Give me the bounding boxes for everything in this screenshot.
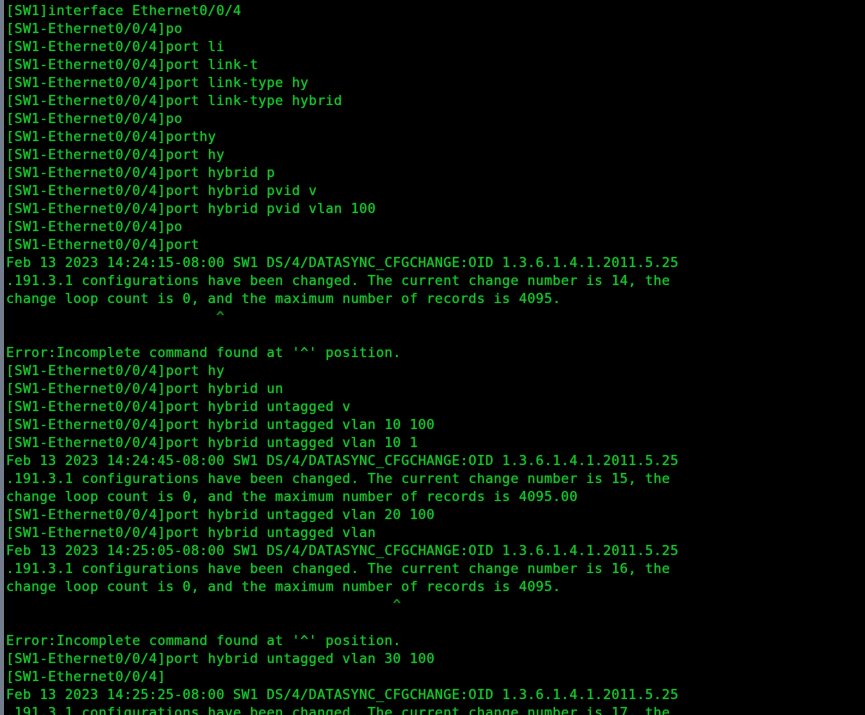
console-log-line: Feb 13 2023 14:24:15-08:00 SW1 DS/4/DATA… [6, 255, 679, 271]
console-log-line: change loop count is 0, and the maximum … [6, 291, 561, 307]
console-command-line: [SW1-Ethernet0/0/4]port hybrid pvid v [6, 183, 318, 199]
console-log-line: .191.3.1 configurations have been change… [6, 471, 671, 487]
console-command-line: [SW1-Ethernet0/0/4]port hybrid untagged … [6, 525, 376, 541]
console-command-line: [SW1-Ethernet0/0/4]port link-type hy [6, 75, 309, 91]
console-log-line: Feb 13 2023 14:25:05-08:00 SW1 DS/4/DATA… [6, 543, 679, 559]
console-command-line: [SW1-Ethernet0/0/4]port link-type hybrid [6, 93, 343, 109]
console-command-line: [SW1-Ethernet0/0/4]port hybrid untagged … [6, 651, 435, 667]
error-caret-marker: ^ [6, 597, 402, 613]
console-command-line: [SW1-Ethernet0/0/4]port hybrid untagged … [6, 507, 435, 523]
console-command-line: [SW1-Ethernet0/0/4]po [6, 111, 183, 127]
console-command-line: [SW1-Ethernet0/0/4]port hybrid pvid vlan… [6, 201, 376, 217]
console-log-line: .191.3.1 configurations have been change… [6, 273, 671, 289]
console-command-line: [SW1-Ethernet0/0/4]port li [6, 39, 225, 55]
console-error-line: Error:Incomplete command found at '^' po… [6, 345, 402, 361]
terminal-window[interactable]: [SW1]interface Ethernet0/0/4 [SW1-Etherne… [0, 0, 865, 715]
console-command-line: [SW1-Ethernet0/0/4] [6, 669, 166, 685]
console-command-line: [SW1-Ethernet0/0/4]port hy [6, 147, 225, 163]
console-log-line: change loop count is 0, and the maximum … [6, 579, 561, 595]
console-log-line: Feb 13 2023 14:25:25-08:00 SW1 DS/4/DATA… [6, 687, 679, 703]
console-log-line: change loop count is 0, and the maximum … [6, 489, 578, 505]
console-command-line: [SW1-Ethernet0/0/4]po [6, 21, 183, 37]
console-command-line: [SW1-Ethernet0/0/4]port hybrid un [6, 381, 284, 397]
console-command-line: [SW1-Ethernet0/0/4]port hybrid untagged … [6, 399, 351, 415]
error-caret-marker: ^ [6, 309, 225, 325]
console-command-line: [SW1-Ethernet0/0/4]port hy [6, 363, 225, 379]
console-command-line: [SW1]interface Ethernet0/0/4 [6, 3, 242, 19]
console-command-line: [SW1-Ethernet0/0/4]porthy [6, 129, 217, 145]
console-log-line: .191.3.1 configurations have been change… [6, 561, 671, 577]
console-command-line: [SW1-Ethernet0/0/4]port hybrid untagged … [6, 417, 435, 433]
console-log-line: .191.3.1 configurations have been change… [6, 705, 671, 715]
console-log-line: Feb 13 2023 14:24:45-08:00 SW1 DS/4/DATA… [6, 453, 679, 469]
console-output[interactable]: [SW1]interface Ethernet0/0/4 [SW1-Etherne… [0, 0, 865, 715]
console-command-line: [SW1-Ethernet0/0/4]port hybrid untagged … [6, 435, 418, 451]
console-error-line: Error:Incomplete command found at '^' po… [6, 633, 402, 649]
console-command-line: [SW1-Ethernet0/0/4]port hybrid p [6, 165, 276, 181]
console-command-line: [SW1-Ethernet0/0/4]po [6, 219, 183, 235]
console-command-line: [SW1-Ethernet0/0/4]port [6, 237, 200, 253]
console-command-line: [SW1-Ethernet0/0/4]port link-t [6, 57, 259, 73]
